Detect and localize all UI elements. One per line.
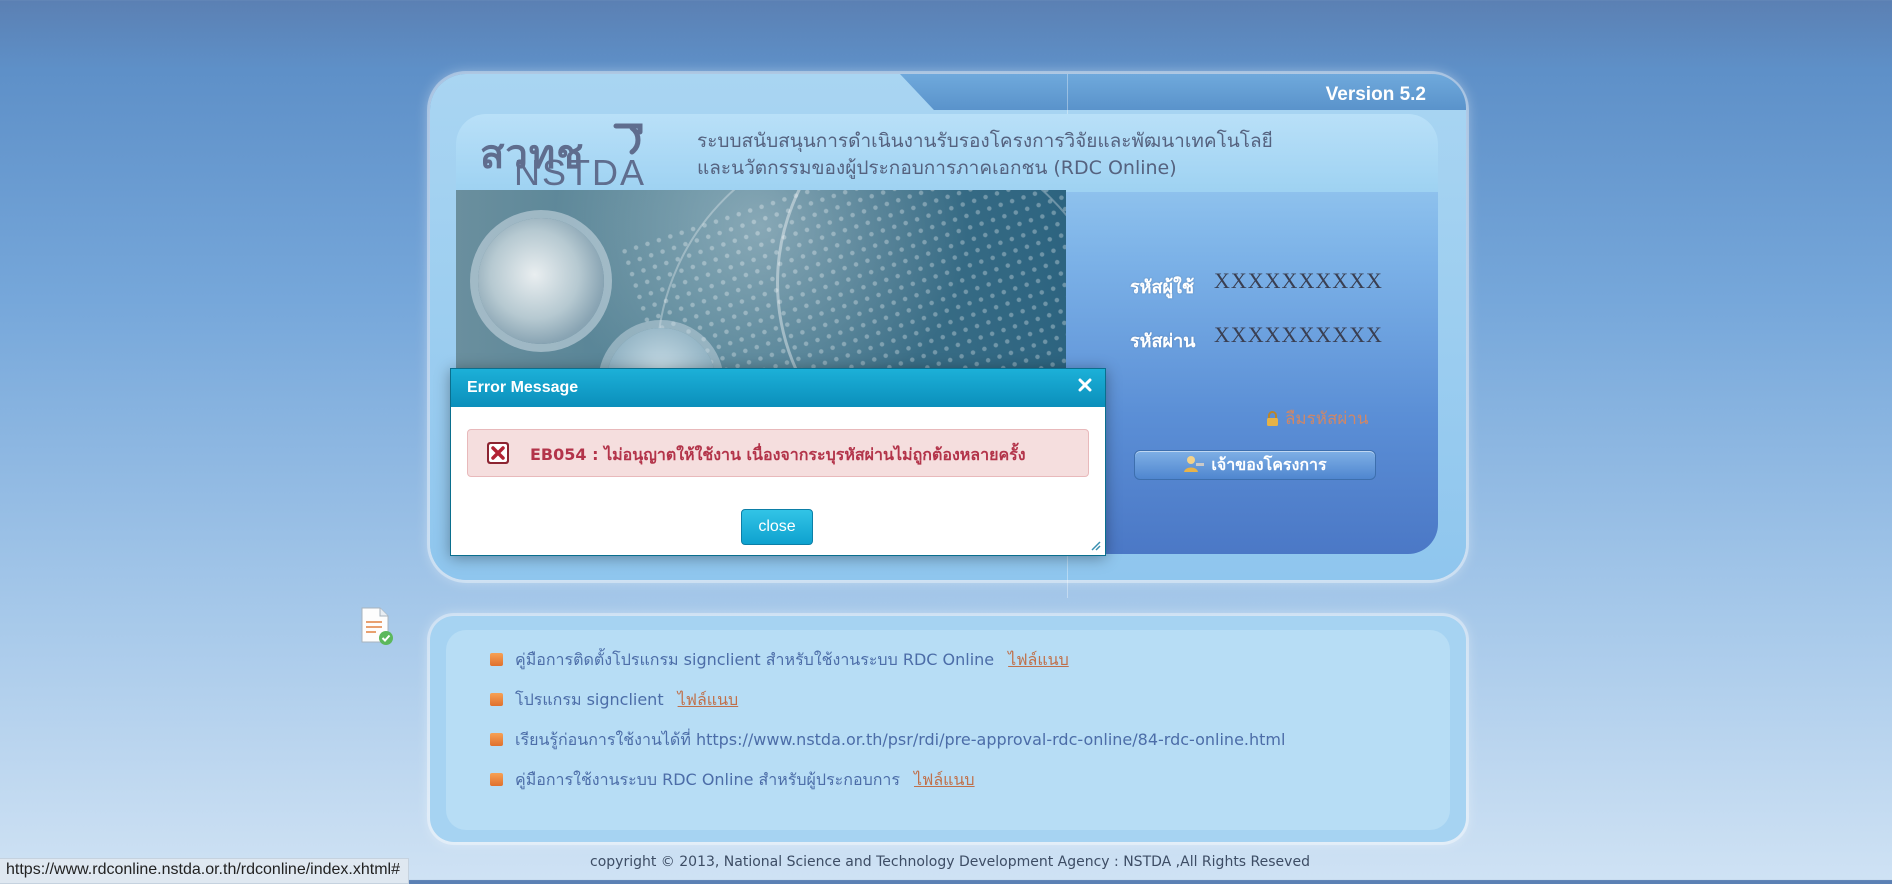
password-label: รหัสผ่าน xyxy=(1130,331,1196,352)
close-button[interactable]: close xyxy=(741,509,813,545)
copyright-text: copyright © 2013, National Science and T… xyxy=(590,854,1310,870)
version-label: Version 5.2 xyxy=(1325,84,1426,105)
banner-image xyxy=(456,190,1066,388)
arrow-bullet-icon xyxy=(490,693,503,706)
arrow-bullet-icon xyxy=(490,733,503,746)
username-field[interactable]: XXXXXXXXXX xyxy=(1214,268,1383,294)
project-owner-label: เจ้าของโครงการ xyxy=(1211,455,1327,474)
error-message-text: EB054 : ไม่อนุญาตให้ใช้งาน เนื่องจากระบุ… xyxy=(530,445,1026,464)
system-title-line2: และนวัตกรรมของผู้ประกอบการภาคเอกชน (RDC … xyxy=(697,157,1177,179)
user-key-icon xyxy=(1184,456,1205,472)
link-text: คู่มือการติดตั้งโปรแกรม signclient สำหรั… xyxy=(515,650,995,669)
list-item: โปรแกรม signclient ไฟล์แนบ xyxy=(490,688,738,713)
error-icon xyxy=(487,442,509,464)
password-field[interactable]: XXXXXXXXXX xyxy=(1214,322,1383,348)
dialog-title: Error Message xyxy=(467,379,579,396)
error-message-box: EB054 : ไม่อนุญาตให้ใช้งาน เนื่องจากระบุ… xyxy=(467,429,1089,477)
resize-grip-icon[interactable] xyxy=(1091,541,1101,551)
logo-nstda-text: NSTDA xyxy=(514,152,647,193)
nstda-logo-mark-icon xyxy=(613,123,643,155)
error-dialog: Error Message EB054 : ไม่อนุญาตให้ใช้งาน… xyxy=(450,368,1106,556)
arrow-bullet-icon xyxy=(490,653,503,666)
system-title: ระบบสนับสนุนการดำเนินงานรับรองโครงการวิจ… xyxy=(697,128,1273,182)
lock-icon xyxy=(1266,411,1279,426)
system-title-line1: ระบบสนับสนุนการดำเนินงานรับรองโครงการวิจ… xyxy=(697,130,1273,152)
username-label: รหัสผู้ใช้ xyxy=(1130,277,1195,298)
project-owner-login-button[interactable]: เจ้าของโครงการ xyxy=(1134,450,1376,480)
lab-photo-circle xyxy=(478,218,604,344)
document-check-icon xyxy=(361,607,393,645)
attachment-link[interactable]: ไฟล์แนบ xyxy=(1008,650,1069,669)
list-item: เรียนรู้ก่อนการใช้งานได้ที่ https://www.… xyxy=(490,728,1285,753)
list-item: คู่มือการใช้งานระบบ RDC Online สำหรับผู้… xyxy=(490,768,975,793)
link-text: โปรแกรม signclient xyxy=(515,690,664,709)
link-text: คู่มือการใช้งานระบบ RDC Online สำหรับผู้… xyxy=(515,770,900,789)
learn-more-link[interactable]: เรียนรู้ก่อนการใช้งานได้ที่ https://www.… xyxy=(515,730,1285,749)
status-bar-url: https://www.rdconline.nstda.or.th/rdconl… xyxy=(0,858,409,884)
list-item: คู่มือการติดตั้งโปรแกรม signclient สำหรั… xyxy=(490,648,1069,673)
attachment-link[interactable]: ไฟล์แนบ xyxy=(678,690,739,709)
close-icon[interactable] xyxy=(1075,375,1095,395)
forgot-password-label: ลืมรหัสผ่าน xyxy=(1285,409,1369,429)
arrow-bullet-icon xyxy=(490,773,503,786)
forgot-password-link[interactable]: ลืมรหัสผ่าน xyxy=(1266,405,1368,432)
dialog-titlebar[interactable]: Error Message xyxy=(451,369,1105,407)
attachment-link[interactable]: ไฟล์แนบ xyxy=(914,770,975,789)
